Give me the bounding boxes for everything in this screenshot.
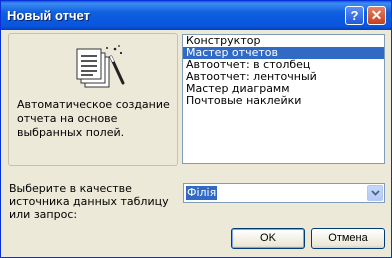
new-report-dialog: Новый отчет ? ✕ Автоматическое создание … xyxy=(0,0,392,258)
data-source-combo[interactable]: Філія xyxy=(183,183,385,203)
help-icon: ? xyxy=(350,8,359,23)
cancel-button[interactable]: Отмена xyxy=(311,228,385,249)
data-source-label: Выберите в качестве источника данных таб… xyxy=(9,182,169,221)
dropdown-button[interactable] xyxy=(367,185,383,201)
report-description: Автоматическое создание отчета на основе… xyxy=(17,98,170,139)
help-button[interactable]: ? xyxy=(345,6,364,25)
chevron-down-icon xyxy=(370,190,380,196)
close-icon: ✕ xyxy=(370,7,383,23)
report-type-list[interactable]: Конструктор Мастер отчетов Автоотчет: в … xyxy=(182,34,385,164)
list-item[interactable]: Почтовые наклейки xyxy=(183,95,384,107)
dialog-title: Новый отчет xyxy=(7,8,90,23)
ok-button[interactable]: OK xyxy=(231,228,305,249)
wizard-icon xyxy=(76,45,125,88)
title-bar[interactable]: Новый отчет ? ✕ xyxy=(1,1,391,30)
data-source-value: Філія xyxy=(186,186,218,200)
preview-panel: Автоматическое создание отчета на основе… xyxy=(8,33,178,166)
close-button[interactable]: ✕ xyxy=(367,6,386,25)
